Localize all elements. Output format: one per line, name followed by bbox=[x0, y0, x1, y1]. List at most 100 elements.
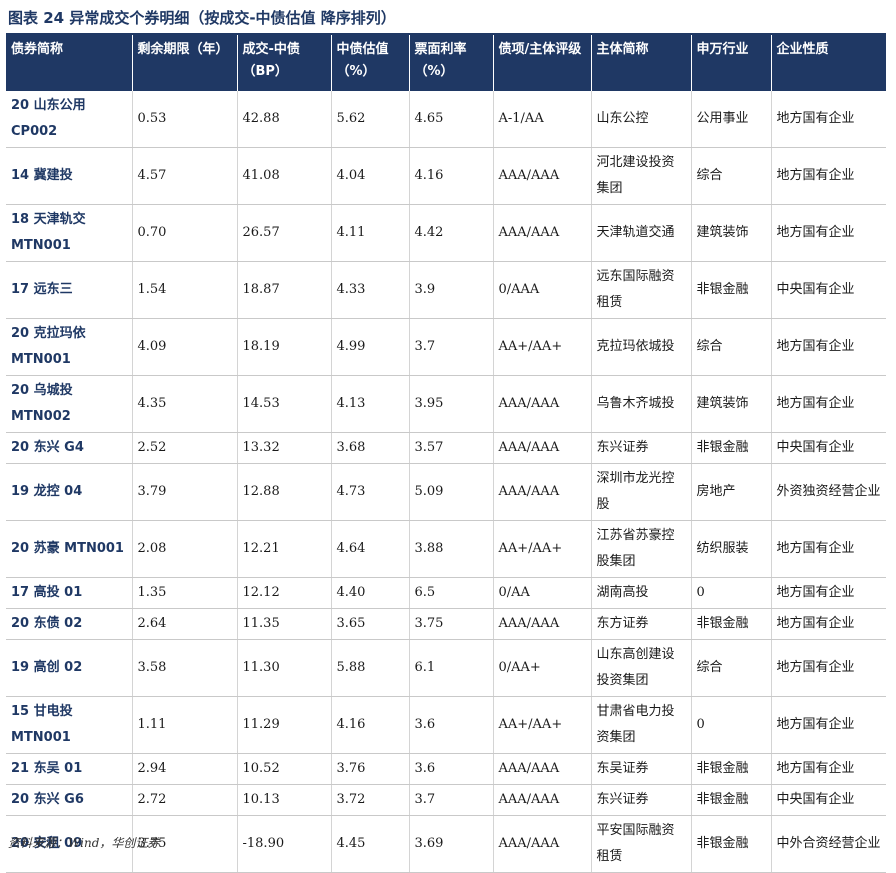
cell-rating: AAA/AAA bbox=[492, 463, 591, 521]
cell-valuation: 5.62 bbox=[330, 91, 409, 148]
cell-spread-bp: 18.19 bbox=[236, 318, 331, 376]
cell-remaining-term: 2.52 bbox=[131, 432, 237, 464]
table-row: 20 山东公用 CP002 0.53 42.88 5.62 4.65 A-1/AA 山东公控… bbox=[6, 91, 886, 148]
cell-industry: 0 bbox=[690, 577, 771, 609]
cell-valuation: 4.16 bbox=[330, 696, 409, 754]
cell-valuation: 3.68 bbox=[330, 432, 409, 464]
cell-valuation: 4.64 bbox=[330, 520, 409, 578]
cell-remaining-term: 4.35 bbox=[131, 375, 237, 433]
cell-remaining-term: 2.64 bbox=[131, 608, 237, 640]
col-header-bond: 债券简称 bbox=[6, 35, 132, 91]
cell-industry: 非银金融 bbox=[690, 784, 771, 816]
cell-rating: AAA/AAA bbox=[492, 432, 591, 464]
cell-ownership: 地方国有企业 bbox=[770, 520, 886, 578]
table-row: 20 克拉玛依 MTN001 4.09 18.19 4.99 3.7 AA+/AA+ 克拉玛… bbox=[6, 318, 886, 376]
cell-spread-bp: 42.88 bbox=[236, 91, 331, 148]
table-row: 19 龙控 04 3.79 12.88 4.73 5.09 AAA/AAA 深圳市龙光控股房… bbox=[6, 463, 886, 521]
cell-spread-bp: 14.53 bbox=[236, 375, 331, 433]
cell-valuation: 3.72 bbox=[330, 784, 409, 816]
cell-spread-bp: 11.35 bbox=[236, 608, 331, 640]
cell-ownership: 中央国有企业 bbox=[770, 784, 886, 816]
cell-spread-bp: 10.13 bbox=[236, 784, 331, 816]
cell-rating: A-1/AA bbox=[492, 91, 591, 148]
cell-bond-name: 20 克拉玛依 MTN001 bbox=[6, 318, 132, 376]
cell-industry: 非银金融 bbox=[690, 261, 771, 319]
table-row: 17 远东三 1.54 18.87 4.33 3.9 0/AAA 远东国际融资租赁 非银金融中… bbox=[6, 261, 886, 319]
table-row: 20 东兴 G4 2.52 13.32 3.68 3.57 AAA/AAA 东兴证券 非银金融… bbox=[6, 432, 886, 464]
cell-issuer: 河北建设投资集团 bbox=[590, 147, 691, 205]
cell-remaining-term: 4.57 bbox=[131, 147, 237, 205]
cell-coupon: 4.65 bbox=[408, 91, 493, 148]
cell-ownership: 地方国有企业 bbox=[770, 608, 886, 640]
cell-bond-name: 20 乌城投 MTN002 bbox=[6, 375, 132, 433]
table-row: 21 东吴 01 2.94 10.52 3.76 3.6 AAA/AAA 东吴证券 非银金融地… bbox=[6, 753, 886, 785]
cell-remaining-term: 3.58 bbox=[131, 639, 237, 697]
cell-issuer: 东兴证券 bbox=[590, 432, 691, 464]
table-row: 20 乌城投 MTN002 4.35 14.53 4.13 3.95 AAA/AAA 乌鲁木… bbox=[6, 375, 886, 433]
cell-spread-bp: 11.29 bbox=[236, 696, 331, 754]
table-row: 20 东债 02 2.64 11.35 3.65 3.75 AAA/AAA 东方证券 非银金融… bbox=[6, 608, 886, 640]
cell-industry: 房地产 bbox=[690, 463, 771, 521]
cell-issuer: 深圳市龙光控股 bbox=[590, 463, 691, 521]
cell-rating: AA+/AA+ bbox=[492, 696, 591, 754]
table-row: 17 高投 01 1.35 12.12 4.40 6.5 0/AA 湖南高投 0 地方国有企业 bbox=[6, 577, 886, 609]
cell-spread-bp: 26.57 bbox=[236, 204, 331, 262]
cell-spread-bp: 11.30 bbox=[236, 639, 331, 697]
cell-coupon: 3.6 bbox=[408, 696, 493, 754]
bond-table: 债券简称 剩余期限（年） 成交-中债（BP） 中债估值（%） 票面利率（%） 债… bbox=[6, 35, 886, 873]
cell-bond-name: 19 龙控 04 bbox=[6, 463, 132, 521]
cell-coupon: 3.75 bbox=[408, 608, 493, 640]
cell-industry: 非银金融 bbox=[690, 815, 771, 873]
cell-spread-bp: 12.12 bbox=[236, 577, 331, 609]
cell-valuation: 4.11 bbox=[330, 204, 409, 262]
cell-rating: AAA/AAA bbox=[492, 375, 591, 433]
cell-remaining-term: 2.94 bbox=[131, 753, 237, 785]
col-header-coupon: 票面利率（%） bbox=[408, 35, 493, 91]
cell-bond-name: 17 高投 01 bbox=[6, 577, 132, 609]
cell-rating: 0/AAA bbox=[492, 261, 591, 319]
cell-valuation: 3.76 bbox=[330, 753, 409, 785]
col-header-valuation: 中债估值（%） bbox=[330, 35, 409, 91]
cell-valuation: 5.88 bbox=[330, 639, 409, 697]
cell-industry: 非银金融 bbox=[690, 432, 771, 464]
cell-coupon: 3.9 bbox=[408, 261, 493, 319]
cell-rating: 0/AA+ bbox=[492, 639, 591, 697]
cell-bond-name: 20 山东公用 CP002 bbox=[6, 91, 132, 148]
cell-ownership: 中外合资经营企业 bbox=[770, 815, 886, 873]
cell-rating: AA+/AA+ bbox=[492, 318, 591, 376]
cell-coupon: 5.09 bbox=[408, 463, 493, 521]
cell-bond-name: 21 东吴 01 bbox=[6, 753, 132, 785]
cell-remaining-term: 4.09 bbox=[131, 318, 237, 376]
cell-issuer: 山东公控 bbox=[590, 91, 691, 148]
cell-rating: AA+/AA+ bbox=[492, 520, 591, 578]
cell-valuation: 4.99 bbox=[330, 318, 409, 376]
cell-rating: AAA/AAA bbox=[492, 784, 591, 816]
cell-ownership: 地方国有企业 bbox=[770, 147, 886, 205]
cell-coupon: 3.69 bbox=[408, 815, 493, 873]
cell-spread-bp: 10.52 bbox=[236, 753, 331, 785]
cell-rating: 0/AA bbox=[492, 577, 591, 609]
cell-coupon: 4.16 bbox=[408, 147, 493, 205]
table-row: 20 苏豪 MTN001 2.08 12.21 4.64 3.88 AA+/AA+ 江苏省苏… bbox=[6, 520, 886, 578]
cell-rating: AAA/AAA bbox=[492, 204, 591, 262]
cell-spread-bp: 12.21 bbox=[236, 520, 331, 578]
cell-ownership: 地方国有企业 bbox=[770, 204, 886, 262]
cell-issuer: 平安国际融资租赁 bbox=[590, 815, 691, 873]
cell-ownership: 地方国有企业 bbox=[770, 318, 886, 376]
table-row: 19 高创 02 3.58 11.30 5.88 6.1 0/AA+ 山东高创建设投资集团综… bbox=[6, 639, 886, 697]
cell-issuer: 甘肃省电力投资集团 bbox=[590, 696, 691, 754]
cell-issuer: 天津轨道交通 bbox=[590, 204, 691, 262]
cell-valuation: 4.73 bbox=[330, 463, 409, 521]
cell-remaining-term: 2.72 bbox=[131, 784, 237, 816]
col-header-issuer: 主体简称 bbox=[590, 35, 691, 91]
cell-spread-bp: -18.90 bbox=[236, 815, 331, 873]
figure-title: 图表 24 异常成交个券明细（按成交-中债估值 降序排列） bbox=[8, 9, 396, 27]
cell-ownership: 地方国有企业 bbox=[770, 696, 886, 754]
cell-remaining-term: 1.11 bbox=[131, 696, 237, 754]
col-header-spread: 成交-中债（BP） bbox=[236, 35, 331, 91]
cell-industry: 公用事业 bbox=[690, 91, 771, 148]
cell-remaining-term: 2.08 bbox=[131, 520, 237, 578]
table-row: 15 甘电投 MTN001 1.11 11.29 4.16 3.6 AA+/AA+ 甘肃省电… bbox=[6, 696, 886, 754]
cell-rating: AAA/AAA bbox=[492, 815, 591, 873]
cell-spread-bp: 13.32 bbox=[236, 432, 331, 464]
